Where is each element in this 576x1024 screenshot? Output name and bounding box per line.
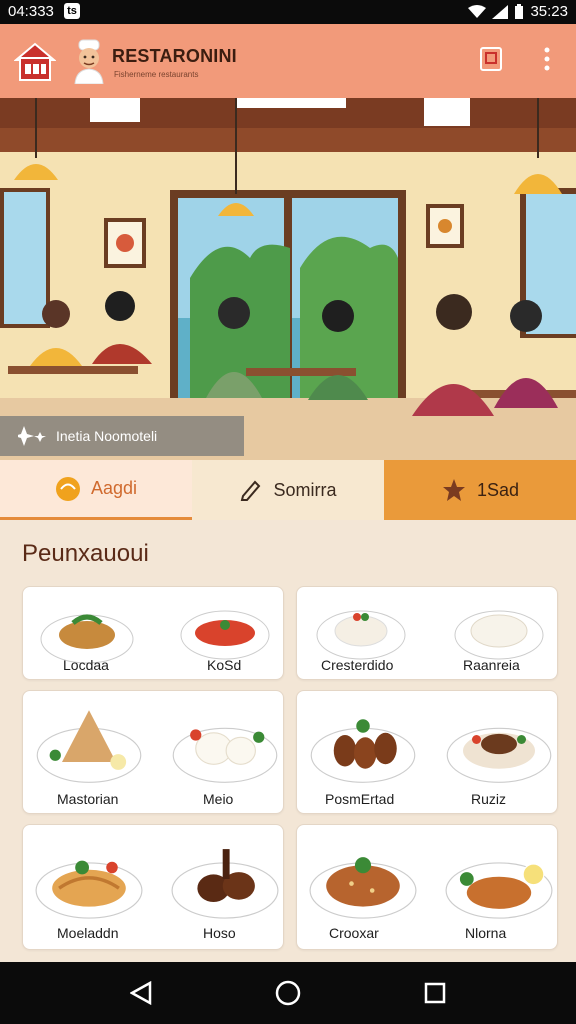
- sparkle-icon: [18, 426, 46, 446]
- dish-name-left: PosmErtad: [325, 791, 395, 807]
- menu-card[interactable]: Moeladdn Hoso: [22, 824, 284, 950]
- back-button[interactable]: [126, 978, 156, 1008]
- recents-square-icon: [424, 982, 446, 1004]
- more-vertical-icon: [544, 47, 550, 71]
- menu-card[interactable]: Locdaa KoSd: [22, 586, 284, 680]
- status-clock: 35:23: [530, 3, 568, 20]
- tab-label: Aagdi: [90, 478, 138, 498]
- dish-name-right: KoSd: [207, 657, 242, 673]
- tab-label: Somirra: [273, 479, 337, 500]
- notification-badge: ts: [64, 3, 80, 19]
- dish-name-right: Ruziz: [471, 791, 507, 807]
- app-title: RESTARONINI: [112, 46, 237, 66]
- dish-name-left: Mastorian: [57, 791, 119, 807]
- menu-book-button[interactable]: [474, 42, 508, 76]
- hero-illustration: [0, 98, 576, 460]
- chef-avatar-icon: [74, 39, 104, 84]
- status-icons: 35:23: [468, 3, 568, 20]
- dish-name-left: Moeladdn: [57, 925, 119, 941]
- dish-plate-image: [446, 727, 552, 783]
- category-tabs: Aagdi Somirra 1Sad: [0, 460, 576, 520]
- app-bar: RESTARONINI Fisherneme restaurants: [0, 24, 576, 98]
- restaurant-scene-image: [0, 98, 576, 460]
- signal-icon: [492, 4, 509, 19]
- dish-name-right: Nlorna: [465, 925, 507, 941]
- tab-somirra[interactable]: Somirra: [192, 460, 384, 520]
- tab-label: 1Sad: [476, 479, 520, 500]
- recents-button[interactable]: [420, 978, 450, 1008]
- menu-card[interactable]: Crooxar Nlorna: [296, 824, 558, 950]
- dish-plate-image: [35, 860, 143, 919]
- home-button[interactable]: [273, 978, 303, 1008]
- hero-caption-text: Inetia Noomoteli: [56, 428, 158, 444]
- app-subtitle: Fisherneme restaurants: [114, 70, 199, 79]
- dish-plate-image: [171, 849, 279, 919]
- dish-plate-image: [172, 727, 278, 783]
- dish-name-left: Cresterdido: [321, 657, 394, 673]
- menu-book-icon: [480, 47, 502, 71]
- back-triangle-icon: [130, 981, 152, 1005]
- system-nav-bar: [0, 962, 576, 1024]
- dish-name-right: Hoso: [203, 925, 236, 941]
- home-circle-icon: [275, 980, 301, 1006]
- section-title: Peunxauoui: [22, 540, 149, 567]
- menu-card[interactable]: Cresterdido Raanreia: [296, 586, 558, 680]
- battery-icon: [515, 3, 524, 19]
- dish-plate-image: [445, 862, 553, 919]
- leaf-flower-icon: [442, 479, 465, 501]
- menu-card[interactable]: Mastorian Meio: [22, 690, 284, 814]
- status-time: 04:333: [8, 3, 54, 20]
- circle-coin-icon: [55, 476, 80, 501]
- tab-1sad[interactable]: 1Sad: [384, 460, 576, 520]
- status-bar: 04:333 ts 35:23: [0, 0, 576, 24]
- dish-name-right: Meio: [203, 791, 234, 807]
- wifi-icon: [468, 4, 487, 18]
- dish-plate-image: [310, 719, 416, 783]
- dish-name-right: Raanreia: [463, 657, 520, 673]
- dish-plate-image: [309, 857, 417, 919]
- pencil-tag-icon: [241, 480, 261, 501]
- dish-plate-image: [36, 710, 142, 783]
- restaurant-logo-icon[interactable]: [14, 40, 56, 82]
- hero-caption: Inetia Noomoteli: [0, 416, 244, 456]
- dish-name-left: Crooxar: [329, 925, 379, 941]
- menu-card[interactable]: PosmErtad Ruziz: [296, 690, 558, 814]
- overflow-menu-button[interactable]: [530, 42, 564, 76]
- dish-name-left: Locdaa: [63, 657, 109, 673]
- tab-aagdi[interactable]: Aagdi: [0, 460, 192, 520]
